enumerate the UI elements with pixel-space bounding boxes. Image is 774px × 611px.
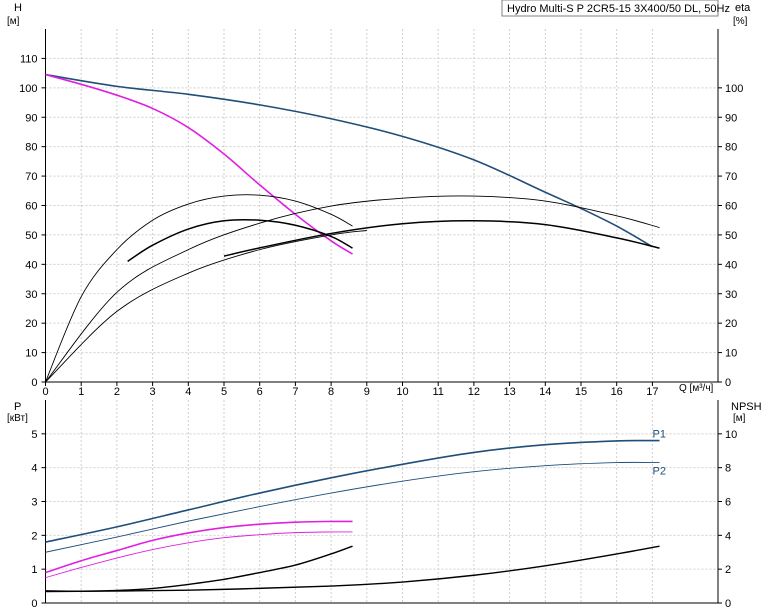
x-tick-label: 13: [503, 386, 515, 398]
top-right-axis-label: eta: [735, 2, 751, 14]
x-tick-label: 12: [468, 386, 480, 398]
top-left-axis-unit: [м]: [7, 16, 20, 27]
x-tick-label: 8: [328, 386, 334, 398]
x-tick-label: 15: [575, 386, 587, 398]
bottom-right-axis-label: NPSH: [731, 401, 762, 413]
left-tick-label: 1: [31, 564, 37, 576]
left-tick-label: 60: [25, 201, 37, 213]
left-tick-label: 30: [25, 289, 37, 301]
top-x-axis-label: Q [м³/ч]: [679, 383, 714, 394]
right-tick-label: 6: [725, 497, 731, 509]
series-label: P1: [653, 429, 666, 441]
power-npsh-panel: 0 1 2 3 4 5 0 2 4 6 8 10 P1 P2: [31, 400, 737, 610]
bottom-right-axis-unit: [м]: [733, 413, 746, 424]
pump-performance-chart: H [м] eta [%] Hydro Multi-S P 2CR5-15 3X…: [7, 0, 762, 610]
x-tick-label: 1: [78, 386, 84, 398]
x-tick-label: 2: [114, 386, 120, 398]
right-tick-label: 8: [725, 463, 731, 475]
series-line-0: [45, 73, 653, 248]
left-tick-label: 4: [31, 463, 37, 475]
x-tick-label: 17: [646, 386, 658, 398]
right-tick-label: 0: [725, 377, 731, 389]
right-tick-label: 70: [725, 171, 737, 183]
right-tick-label: 40: [725, 259, 737, 271]
x-tick-label: 11: [432, 386, 443, 398]
right-tick-label: 60: [725, 201, 737, 213]
right-tick-label: 2: [725, 564, 731, 576]
x-tick-label: 9: [364, 386, 370, 398]
left-tick-label: 50: [25, 230, 37, 242]
left-tick-label: 100: [19, 83, 37, 95]
left-tick-label: 5: [31, 429, 37, 441]
right-tick-label: 10: [725, 429, 737, 441]
x-tick-label: 3: [150, 386, 156, 398]
left-tick-label: 3: [31, 497, 37, 509]
series-line-5: [45, 230, 367, 383]
left-tick-label: 40: [25, 259, 37, 271]
left-tick-label: 10: [25, 348, 37, 360]
right-tick-label: 0: [725, 598, 731, 610]
bottom-left-axis-unit: [кВт]: [7, 413, 28, 424]
top-right-axis-unit: [%]: [733, 16, 748, 27]
series-line-0: [45, 439, 660, 543]
x-tick-label: 10: [396, 386, 408, 398]
left-tick-label: 2: [31, 530, 37, 542]
left-tick-label: 0: [31, 377, 37, 389]
right-tick-label: 100: [725, 83, 743, 95]
right-tick-label: 30: [725, 289, 737, 301]
series-line-6: [223, 220, 660, 257]
series-label: P2: [653, 466, 666, 478]
right-tick-label: 80: [725, 142, 737, 154]
top-left-axis-label: H: [14, 2, 22, 14]
left-tick-label: 90: [25, 112, 37, 124]
series-line-1: [45, 461, 660, 553]
x-tick-label: 7: [292, 386, 298, 398]
right-tick-label: 4: [725, 530, 731, 542]
series-line-4: [45, 545, 353, 592]
left-tick-label: 0: [31, 598, 37, 610]
x-tick-label: 4: [185, 386, 191, 398]
right-tick-label: 20: [725, 318, 737, 330]
x-tick-label: 14: [539, 386, 551, 398]
chart-title: Hydro Multi-S P 2CR5-15 3X400/50 DL, 50H…: [507, 3, 730, 15]
left-tick-label: 20: [25, 318, 37, 330]
left-tick-label: 80: [25, 142, 37, 154]
right-tick-label: 90: [725, 112, 737, 124]
left-tick-label: 110: [20, 53, 38, 65]
left-tick-label: 70: [25, 171, 37, 183]
x-tick-label: 0: [42, 386, 48, 398]
x-tick-label: 6: [257, 386, 263, 398]
bottom-left-axis-label: P: [14, 401, 21, 413]
series-line-4: [45, 195, 660, 383]
x-tick-label: 5: [221, 386, 227, 398]
head-efficiency-panel: 0102030405060708090100110010203040506070…: [19, 29, 743, 398]
right-tick-label: 50: [725, 230, 737, 242]
series-line-1: [45, 73, 353, 255]
x-tick-label: 16: [611, 386, 623, 398]
right-tick-label: 10: [725, 348, 737, 360]
series-line-3: [45, 531, 353, 579]
